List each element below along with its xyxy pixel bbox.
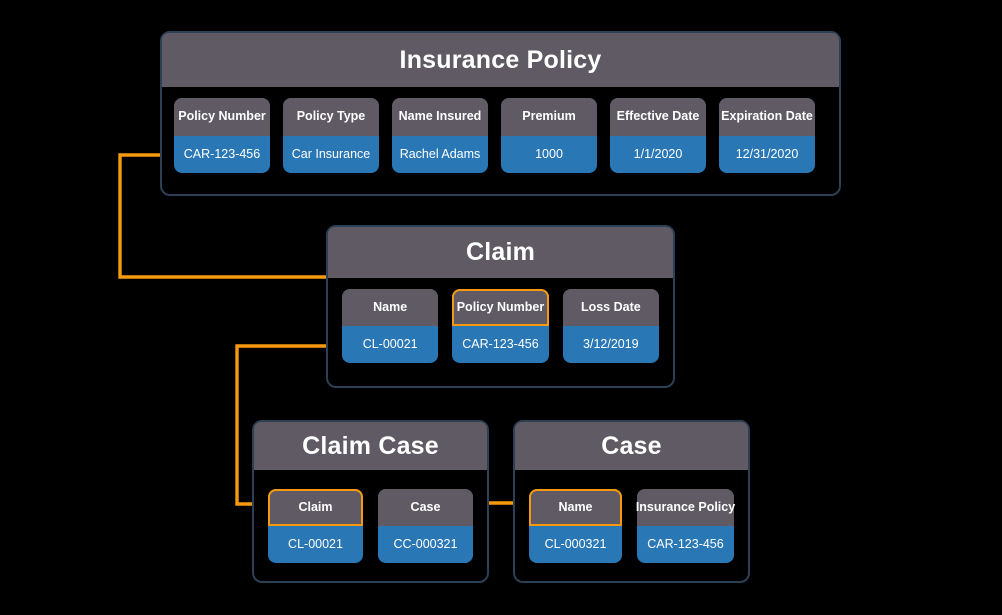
- field-claim-policy-number[interactable]: Policy Number CAR-123-456: [452, 289, 549, 363]
- entity-title-claim: Claim: [328, 227, 673, 278]
- field-name-insured[interactable]: Name Insured Rachel Adams: [392, 98, 488, 173]
- field-label-effective-date: Effective Date: [610, 98, 706, 136]
- field-case-insurance-policy[interactable]: Insurance Policy CAR-123-456: [636, 489, 735, 563]
- field-label-case-insurance-policy: Insurance Policy: [636, 489, 735, 526]
- entity-fields-claim-case: Claim CL-00021 Case CC-000321: [254, 470, 487, 563]
- field-value-premium: 1000: [535, 146, 563, 161]
- field-value-case-insurance-policy: CAR-123-456: [647, 536, 724, 551]
- field-label-claimcase-case: Case: [378, 489, 473, 526]
- field-effective-date[interactable]: Effective Date 1/1/2020: [610, 98, 706, 173]
- field-label-claimcase-claim: Claim: [268, 489, 363, 526]
- field-value-expiration-date: 12/31/2020: [735, 146, 799, 161]
- field-value-loss-date: 3/12/2019: [583, 336, 639, 351]
- field-value-case-name: CL-000321: [544, 536, 607, 551]
- field-label-loss-date: Loss Date: [562, 289, 659, 326]
- field-label-premium: Premium: [501, 98, 597, 136]
- entity-fields-insurance-policy: Policy Number CAR-123-456 Policy Type Ca…: [162, 87, 839, 173]
- entity-title-case: Case: [515, 422, 748, 470]
- field-claimcase-case[interactable]: Case CC-000321: [378, 489, 473, 563]
- entity-claim-case[interactable]: Claim Case Claim CL-00021 Case CC-000321: [252, 420, 489, 583]
- field-case-name[interactable]: Name CL-000321: [529, 489, 622, 563]
- field-label-claim-name: Name: [342, 289, 439, 326]
- field-label-policy-number: Policy Number: [174, 98, 270, 136]
- field-value-policy-number: CAR-123-456: [183, 146, 261, 161]
- field-policy-type[interactable]: Policy Type Car Insurance: [283, 98, 379, 173]
- field-label-case-name: Name: [529, 489, 622, 526]
- field-claim-name[interactable]: Name CL-00021: [342, 289, 439, 363]
- field-loss-date[interactable]: Loss Date 3/12/2019: [562, 289, 659, 363]
- field-label-expiration-date: Expiration Date: [719, 98, 815, 136]
- entity-claim[interactable]: Claim Name CL-00021 Policy Number CAR-12…: [326, 225, 675, 388]
- field-claimcase-claim[interactable]: Claim CL-00021: [268, 489, 363, 563]
- field-label-policy-type: Policy Type: [283, 98, 379, 136]
- field-label-claim-policy-number: Policy Number: [452, 289, 549, 326]
- entity-case[interactable]: Case Name CL-000321 Insurance Policy CAR…: [513, 420, 750, 583]
- field-label-name-insured: Name Insured: [392, 98, 488, 136]
- field-premium[interactable]: Premium 1000: [501, 98, 597, 173]
- entity-title-insurance-policy: Insurance Policy: [162, 33, 839, 87]
- field-value-claim-name: CL-00021: [362, 336, 418, 351]
- field-value-claim-policy-number: CAR-123-456: [462, 336, 539, 351]
- entity-insurance-policy[interactable]: Insurance Policy Policy Number CAR-123-4…: [160, 31, 841, 196]
- entity-fields-claim: Name CL-00021 Policy Number CAR-123-456 …: [328, 278, 673, 363]
- field-value-claimcase-case: CC-000321: [393, 536, 458, 551]
- field-value-policy-type: Car Insurance: [291, 146, 371, 161]
- entity-title-claim-case: Claim Case: [254, 422, 487, 470]
- diagram-canvas: Insurance Policy Policy Number CAR-123-4…: [0, 0, 1002, 615]
- entity-fields-case: Name CL-000321 Insurance Policy CAR-123-…: [515, 470, 748, 563]
- field-policy-number[interactable]: Policy Number CAR-123-456: [174, 98, 270, 173]
- field-expiration-date[interactable]: Expiration Date 12/31/2020: [719, 98, 815, 173]
- field-value-name-insured: Rachel Adams: [399, 146, 481, 161]
- field-value-claimcase-claim: CL-00021: [288, 536, 343, 551]
- field-value-effective-date: 1/1/2020: [633, 146, 683, 161]
